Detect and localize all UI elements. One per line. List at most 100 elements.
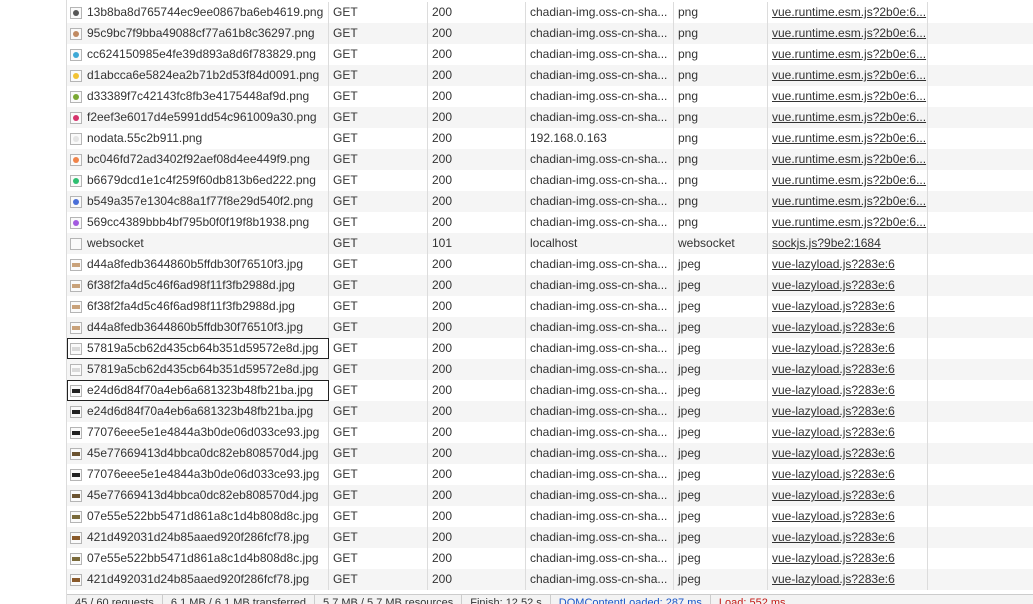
request-initiator-link[interactable]: vue-lazyload.js?283e:6 — [768, 338, 928, 359]
request-status: 200 — [428, 65, 526, 86]
request-initiator-link[interactable]: vue-lazyload.js?283e:6 — [768, 401, 928, 422]
request-name-cell[interactable]: 77076eee5e1e4844a3b0de06d033ce93.jpg — [67, 422, 329, 443]
request-initiator-link[interactable]: vue.runtime.esm.js?2b0e:6... — [768, 149, 928, 170]
request-name-cell[interactable]: b549a357e1304c88a1f77f8e29d540f2.png — [67, 191, 329, 212]
request-row[interactable]: 57819a5cb62d435cb64b351d59572e8d.jpg GET 2… — [67, 338, 1033, 359]
request-row[interactable]: 77076eee5e1e4844a3b0de06d033ce93.jpg GET 2… — [67, 464, 1033, 485]
request-initiator-link[interactable]: vue.runtime.esm.js?2b0e:6... — [768, 65, 928, 86]
request-name-cell[interactable]: nodata.55c2b911.png — [67, 128, 329, 149]
request-initiator-link[interactable]: vue-lazyload.js?283e:6 — [768, 485, 928, 506]
request-row[interactable]: e24d6d84f70a4eb6a681323b48fb21ba.jpg GET 2… — [67, 401, 1033, 422]
request-name-cell[interactable]: 569cc4389bbb4bf795b0f0f19f8b1938.png — [67, 212, 329, 233]
request-row[interactable]: 569cc4389bbb4bf795b0f0f19f8b1938.png GET 2… — [67, 212, 1033, 233]
request-name-cell[interactable]: f2eef3e6017d4e5991dd54c961009a30.png — [67, 107, 329, 128]
request-name-cell[interactable]: 07e55e522bb5471d861a8c1d4b808d8c.jpg — [67, 506, 329, 527]
request-initiator-link[interactable]: vue.runtime.esm.js?2b0e:6... — [768, 23, 928, 44]
request-initiator-link[interactable]: vue-lazyload.js?283e:6 — [768, 317, 928, 338]
request-name-cell[interactable]: b6679dcd1e1c4f259f60db813b6ed222.png — [67, 170, 329, 191]
request-method: GET — [329, 443, 428, 464]
request-name-cell[interactable]: 07e55e522bb5471d861a8c1d4b808d8c.jpg — [67, 548, 329, 569]
request-status: 200 — [428, 191, 526, 212]
request-name-cell[interactable]: bc046fd72ad3402f92aef08d4ee449f9.png — [67, 149, 329, 170]
request-row[interactable]: 07e55e522bb5471d861a8c1d4b808d8c.jpg GET 2… — [67, 506, 1033, 527]
request-name-cell[interactable]: websocket — [67, 233, 329, 254]
request-initiator-link[interactable]: vue.runtime.esm.js?2b0e:6... — [768, 107, 928, 128]
request-initiator-link[interactable]: vue-lazyload.js?283e:6 — [768, 422, 928, 443]
request-row[interactable]: d33389f7c42143fc8fb3e4175448af9d.png GET 2… — [67, 86, 1033, 107]
request-row[interactable]: d44a8fedb3644860b5ffdb30f76510f3.jpg GET 2… — [67, 317, 1033, 338]
request-name-cell[interactable]: 421d492031d24b85aaed920f286fcf78.jpg — [67, 569, 329, 590]
request-name-cell[interactable]: 57819a5cb62d435cb64b351d59572e8d.jpg — [67, 359, 329, 380]
request-initiator-link[interactable]: vue-lazyload.js?283e:6 — [768, 275, 928, 296]
request-name: e24d6d84f70a4eb6a681323b48fb21ba.jpg — [87, 404, 314, 418]
waterfall-cell — [928, 464, 1033, 485]
request-domain: chadian-img.oss-cn-sha... — [526, 359, 674, 380]
request-row[interactable]: bc046fd72ad3402f92aef08d4ee449f9.png GET 2… — [67, 149, 1033, 170]
request-name-cell[interactable]: e24d6d84f70a4eb6a681323b48fb21ba.jpg — [67, 401, 329, 422]
image-icon — [70, 426, 82, 439]
network-panel: 13b8ba8d765744ec9ee0867ba6eb4619.png GET 2… — [0, 0, 1033, 604]
request-row[interactable]: b549a357e1304c88a1f77f8e29d540f2.png GET 2… — [67, 191, 1033, 212]
request-row[interactable]: f2eef3e6017d4e5991dd54c961009a30.png GET 2… — [67, 107, 1033, 128]
request-row[interactable]: 57819a5cb62d435cb64b351d59572e8d.jpg GET 2… — [67, 359, 1033, 380]
request-name-cell[interactable]: d33389f7c42143fc8fb3e4175448af9d.png — [67, 86, 329, 107]
request-name-cell[interactable]: d44a8fedb3644860b5ffdb30f76510f3.jpg — [67, 317, 329, 338]
image-icon — [70, 69, 82, 82]
request-name-cell[interactable]: cc624150985e4fe39d893a8d6f783829.png — [67, 44, 329, 65]
request-name-cell[interactable]: 6f38f2fa4d5c46f6ad98f11f3fb2988d.jpg — [67, 296, 329, 317]
request-row[interactable]: 421d492031d24b85aaed920f286fcf78.jpg GET 2… — [67, 527, 1033, 548]
request-initiator-link[interactable]: sockjs.js?9be2:1684 — [768, 233, 928, 254]
request-name-cell[interactable]: 13b8ba8d765744ec9ee0867ba6eb4619.png — [67, 2, 329, 23]
image-icon — [70, 132, 82, 145]
request-row[interactable]: d44a8fedb3644860b5ffdb30f76510f3.jpg GET 2… — [67, 254, 1033, 275]
request-row[interactable]: 45e77669413d4bbca0dc82eb808570d4.jpg GET 2… — [67, 443, 1033, 464]
request-initiator-link[interactable]: vue.runtime.esm.js?2b0e:6... — [768, 2, 928, 23]
waterfall-cell — [928, 107, 1033, 128]
request-initiator-link[interactable]: vue.runtime.esm.js?2b0e:6... — [768, 44, 928, 65]
request-initiator-link[interactable]: vue.runtime.esm.js?2b0e:6... — [768, 212, 928, 233]
request-name: 77076eee5e1e4844a3b0de06d033ce93.jpg — [87, 425, 320, 439]
request-initiator-link[interactable]: vue.runtime.esm.js?2b0e:6... — [768, 128, 928, 149]
request-table: 13b8ba8d765744ec9ee0867ba6eb4619.png GET 2… — [67, 2, 1033, 590]
request-row[interactable]: 45e77669413d4bbca0dc82eb808570d4.jpg GET 2… — [67, 485, 1033, 506]
request-initiator-link[interactable]: vue-lazyload.js?283e:6 — [768, 506, 928, 527]
request-type: png — [674, 107, 768, 128]
request-initiator-link[interactable]: vue-lazyload.js?283e:6 — [768, 464, 928, 485]
request-name-cell[interactable]: 6f38f2fa4d5c46f6ad98f11f3fb2988d.jpg — [67, 275, 329, 296]
waterfall-cell — [928, 443, 1033, 464]
request-initiator-link[interactable]: vue.runtime.esm.js?2b0e:6... — [768, 191, 928, 212]
request-name-cell[interactable]: d1abcca6e5824ea2b71b2d53f84d0091.png — [67, 65, 329, 86]
request-row[interactable]: e24d6d84f70a4eb6a681323b48fb21ba.jpg GET 2… — [67, 380, 1033, 401]
request-name-cell[interactable]: 45e77669413d4bbca0dc82eb808570d4.jpg — [67, 443, 329, 464]
request-name-cell[interactable]: 57819a5cb62d435cb64b351d59572e8d.jpg — [67, 338, 329, 359]
request-row[interactable]: cc624150985e4fe39d893a8d6f783829.png GET 2… — [67, 44, 1033, 65]
request-name-cell[interactable]: 95c9bc7f9bba49088cf77a61b8c36297.png — [67, 23, 329, 44]
request-initiator-link[interactable]: vue-lazyload.js?283e:6 — [768, 254, 928, 275]
request-name-cell[interactable]: 45e77669413d4bbca0dc82eb808570d4.jpg — [67, 485, 329, 506]
request-row[interactable]: 6f38f2fa4d5c46f6ad98f11f3fb2988d.jpg GET 2… — [67, 296, 1033, 317]
request-row[interactable]: nodata.55c2b911.png GET 200 192.168.0.163 pn… — [67, 128, 1033, 149]
request-row[interactable]: 95c9bc7f9bba49088cf77a61b8c36297.png GET 2… — [67, 23, 1033, 44]
request-row[interactable]: websocket GET 101 localhost websocket sockjs.… — [67, 233, 1033, 254]
request-initiator-link[interactable]: vue-lazyload.js?283e:6 — [768, 548, 928, 569]
request-name-cell[interactable]: 77076eee5e1e4844a3b0de06d033ce93.jpg — [67, 464, 329, 485]
request-row[interactable]: 421d492031d24b85aaed920f286fcf78.jpg GET 2… — [67, 569, 1033, 590]
request-name-cell[interactable]: e24d6d84f70a4eb6a681323b48fb21ba.jpg — [67, 380, 329, 401]
request-initiator-link[interactable]: vue-lazyload.js?283e:6 — [768, 359, 928, 380]
request-row[interactable]: b6679dcd1e1c4f259f60db813b6ed222.png GET 2… — [67, 170, 1033, 191]
request-row[interactable]: 77076eee5e1e4844a3b0de06d033ce93.jpg GET 2… — [67, 422, 1033, 443]
request-name-cell[interactable]: 421d492031d24b85aaed920f286fcf78.jpg — [67, 527, 329, 548]
request-initiator-link[interactable]: vue.runtime.esm.js?2b0e:6... — [768, 170, 928, 191]
request-initiator-link[interactable]: vue.runtime.esm.js?2b0e:6... — [768, 86, 928, 107]
request-name: 421d492031d24b85aaed920f286fcf78.jpg — [87, 572, 310, 586]
request-row[interactable]: 07e55e522bb5471d861a8c1d4b808d8c.jpg GET 2… — [67, 548, 1033, 569]
request-name-cell[interactable]: d44a8fedb3644860b5ffdb30f76510f3.jpg — [67, 254, 329, 275]
request-row[interactable]: 6f38f2fa4d5c46f6ad98f11f3fb2988d.jpg GET 2… — [67, 275, 1033, 296]
request-initiator-link[interactable]: vue-lazyload.js?283e:6 — [768, 443, 928, 464]
request-initiator-link[interactable]: vue-lazyload.js?283e:6 — [768, 527, 928, 548]
request-initiator-link[interactable]: vue-lazyload.js?283e:6 — [768, 569, 928, 590]
request-initiator-link[interactable]: vue-lazyload.js?283e:6 — [768, 380, 928, 401]
request-row[interactable]: d1abcca6e5824ea2b71b2d53f84d0091.png GET 2… — [67, 65, 1033, 86]
request-row[interactable]: 13b8ba8d765744ec9ee0867ba6eb4619.png GET 2… — [67, 2, 1033, 23]
request-initiator-link[interactable]: vue-lazyload.js?283e:6 — [768, 296, 928, 317]
